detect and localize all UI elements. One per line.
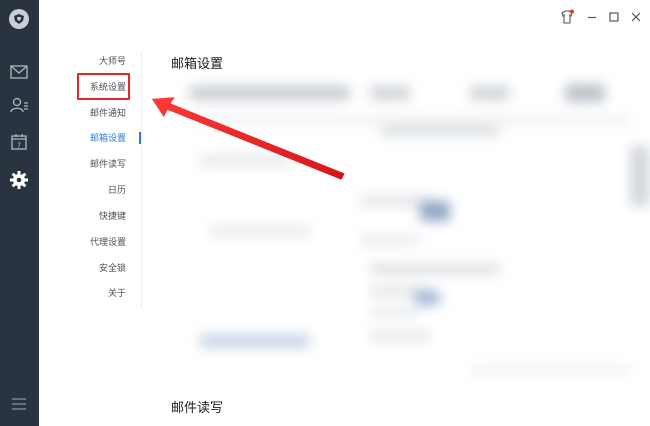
nav-item-mail-read-write[interactable]: 邮件读写 — [90, 159, 126, 171]
nav-item-calendar[interactable]: 日历 — [108, 185, 126, 197]
settings-icon[interactable] — [8, 169, 30, 191]
nav-item-about[interactable]: 关于 — [108, 288, 126, 300]
menu-icon[interactable] — [8, 393, 30, 415]
contacts-icon[interactable] — [8, 94, 30, 116]
nav-item-proxy-settings[interactable]: 代理设置 — [90, 237, 126, 249]
nav-item-mailbox-settings[interactable]: 邮箱设置 — [90, 133, 126, 145]
nav-active-indicator — [139, 132, 141, 144]
minimize-icon[interactable] — [583, 8, 601, 26]
maximize-icon[interactable] — [605, 8, 623, 26]
section-title-mail-read-write: 邮件读写 — [171, 401, 224, 416]
close-icon[interactable] — [627, 8, 645, 26]
nav-divider — [141, 52, 142, 308]
svg-text:7: 7 — [17, 142, 21, 150]
blurred-settings-content — [170, 76, 650, 376]
skin-icon[interactable] — [558, 8, 576, 26]
section-title-mailbox-settings: 邮箱设置 — [171, 57, 224, 72]
nav-item-mail-notifications[interactable]: 邮件通知 — [90, 108, 126, 120]
nav-item-security-lock[interactable]: 安全锁 — [99, 263, 126, 275]
mail-icon[interactable] — [8, 61, 30, 83]
app-logo-icon[interactable] — [8, 8, 30, 30]
calendar-icon[interactable]: 7 — [8, 131, 30, 153]
nav-item-master-account[interactable]: 大师号 — [99, 56, 126, 68]
nav-item-shortcuts[interactable]: 快捷键 — [99, 211, 126, 223]
annotation-highlight-box — [77, 73, 130, 100]
left-rail: 7 — [0, 0, 39, 426]
